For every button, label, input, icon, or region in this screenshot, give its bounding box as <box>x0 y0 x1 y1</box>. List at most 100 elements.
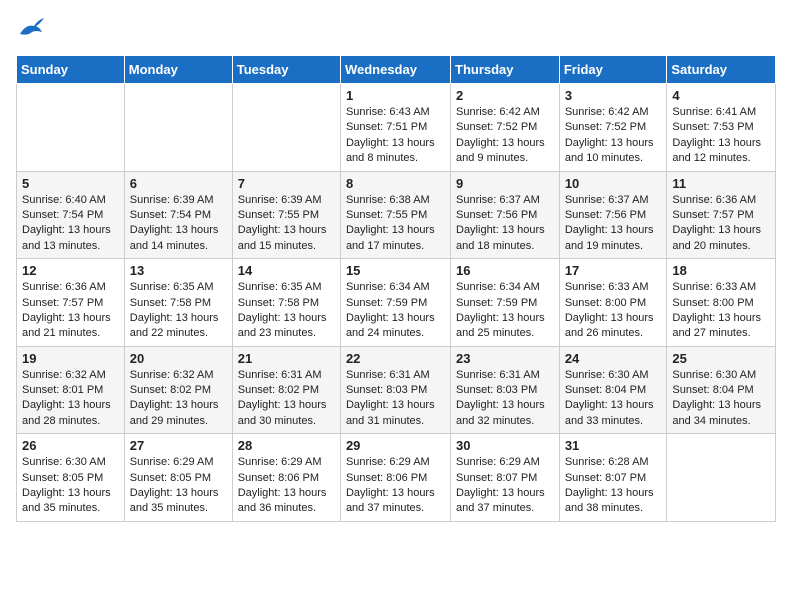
calendar-week-4: 19 Sunrise: 6:32 AM Sunset: 8:01 PM Dayli… <box>17 346 776 434</box>
calendar-cell: 6 Sunrise: 6:39 AM Sunset: 7:54 PM Daylig… <box>124 171 232 259</box>
calendar-cell: 5 Sunrise: 6:40 AM Sunset: 7:54 PM Daylig… <box>17 171 125 259</box>
cell-info: Sunrise: 6:37 AM Sunset: 7:56 PM Dayligh… <box>565 193 662 255</box>
day-number: 4 <box>672 88 770 103</box>
weekday-header-thursday: Thursday <box>451 56 560 84</box>
calendar-cell: 22 Sunrise: 6:31 AM Sunset: 8:03 PM Dayli… <box>340 346 450 434</box>
calendar-week-2: 5 Sunrise: 6:40 AM Sunset: 7:54 PM Daylig… <box>17 171 776 259</box>
cell-info: Sunrise: 6:29 AM Sunset: 8:05 PM Dayligh… <box>130 455 227 517</box>
day-number: 5 <box>22 176 119 191</box>
day-number: 25 <box>672 351 770 366</box>
cell-info: Sunrise: 6:39 AM Sunset: 7:54 PM Dayligh… <box>130 193 227 255</box>
weekday-header-row: SundayMondayTuesdayWednesdayThursdayFrid… <box>17 56 776 84</box>
cell-info: Sunrise: 6:39 AM Sunset: 7:55 PM Dayligh… <box>238 193 335 255</box>
calendar-cell: 26 Sunrise: 6:30 AM Sunset: 8:05 PM Dayli… <box>17 434 125 522</box>
calendar-cell: 23 Sunrise: 6:31 AM Sunset: 8:03 PM Dayli… <box>451 346 560 434</box>
day-number: 26 <box>22 438 119 453</box>
calendar-cell: 8 Sunrise: 6:38 AM Sunset: 7:55 PM Daylig… <box>340 171 450 259</box>
cell-info: Sunrise: 6:30 AM Sunset: 8:04 PM Dayligh… <box>672 368 770 430</box>
cell-info: Sunrise: 6:31 AM Sunset: 8:03 PM Dayligh… <box>346 368 445 430</box>
calendar-week-3: 12 Sunrise: 6:36 AM Sunset: 7:57 PM Dayli… <box>17 259 776 347</box>
cell-info: Sunrise: 6:40 AM Sunset: 7:54 PM Dayligh… <box>22 193 119 255</box>
weekday-header-saturday: Saturday <box>667 56 776 84</box>
calendar-cell: 19 Sunrise: 6:32 AM Sunset: 8:01 PM Dayli… <box>17 346 125 434</box>
cell-info: Sunrise: 6:31 AM Sunset: 8:03 PM Dayligh… <box>456 368 554 430</box>
cell-info: Sunrise: 6:35 AM Sunset: 7:58 PM Dayligh… <box>130 280 227 342</box>
day-number: 27 <box>130 438 227 453</box>
day-number: 7 <box>238 176 335 191</box>
day-number: 8 <box>346 176 445 191</box>
calendar-cell: 4Sunrise: 6:41 AM Sunset: 7:53 PM Daylig… <box>667 84 776 172</box>
logo-bird-icon <box>18 16 46 38</box>
weekday-header-sunday: Sunday <box>17 56 125 84</box>
cell-info: Sunrise: 6:38 AM Sunset: 7:55 PM Dayligh… <box>346 193 445 255</box>
cell-info: Sunrise: 6:33 AM Sunset: 8:00 PM Dayligh… <box>672 280 770 342</box>
calendar-cell: 16Sunrise: 6:34 AM Sunset: 7:59 PM Dayli… <box>451 259 560 347</box>
day-number: 10 <box>565 176 662 191</box>
calendar-cell: 11 Sunrise: 6:36 AM Sunset: 7:57 PM Dayli… <box>667 171 776 259</box>
cell-info: Sunrise: 6:34 AM Sunset: 7:59 PM Dayligh… <box>456 280 554 342</box>
calendar-cell <box>17 84 125 172</box>
day-number: 6 <box>130 176 227 191</box>
weekday-header-tuesday: Tuesday <box>232 56 340 84</box>
calendar-cell: 30 Sunrise: 6:29 AM Sunset: 8:07 PM Dayli… <box>451 434 560 522</box>
day-number: 1 <box>346 88 445 103</box>
calendar-cell: 15Sunrise: 6:34 AM Sunset: 7:59 PM Dayli… <box>340 259 450 347</box>
day-number: 29 <box>346 438 445 453</box>
calendar-cell: 1 Sunrise: 6:43 AM Sunset: 7:51 PM Daylig… <box>340 84 450 172</box>
cell-info: Sunrise: 6:30 AM Sunset: 8:05 PM Dayligh… <box>22 455 119 517</box>
day-number: 22 <box>346 351 445 366</box>
calendar-cell: 27 Sunrise: 6:29 AM Sunset: 8:05 PM Dayli… <box>124 434 232 522</box>
day-number: 20 <box>130 351 227 366</box>
cell-info: Sunrise: 6:36 AM Sunset: 7:57 PM Dayligh… <box>22 280 119 342</box>
calendar-cell: 10 Sunrise: 6:37 AM Sunset: 7:56 PM Dayli… <box>559 171 667 259</box>
calendar-cell: 21 Sunrise: 6:31 AM Sunset: 8:02 PM Dayli… <box>232 346 340 434</box>
cell-info: Sunrise: 6:29 AM Sunset: 8:07 PM Dayligh… <box>456 455 554 517</box>
cell-info: Sunrise: 6:29 AM Sunset: 8:06 PM Dayligh… <box>238 455 335 517</box>
weekday-header-friday: Friday <box>559 56 667 84</box>
calendar-table: SundayMondayTuesdayWednesdayThursdayFrid… <box>16 55 776 522</box>
calendar-cell: 31 Sunrise: 6:28 AM Sunset: 8:07 PM Dayli… <box>559 434 667 522</box>
calendar-cell: 29Sunrise: 6:29 AM Sunset: 8:06 PM Dayli… <box>340 434 450 522</box>
calendar-cell <box>232 84 340 172</box>
day-number: 3 <box>565 88 662 103</box>
day-number: 17 <box>565 263 662 278</box>
cell-info: Sunrise: 6:32 AM Sunset: 8:02 PM Dayligh… <box>130 368 227 430</box>
cell-info: Sunrise: 6:42 AM Sunset: 7:52 PM Dayligh… <box>456 105 554 167</box>
day-number: 23 <box>456 351 554 366</box>
calendar-cell: 18 Sunrise: 6:33 AM Sunset: 8:00 PM Dayli… <box>667 259 776 347</box>
calendar-cell: 9Sunrise: 6:37 AM Sunset: 7:56 PM Daylig… <box>451 171 560 259</box>
day-number: 21 <box>238 351 335 366</box>
calendar-week-1: 1 Sunrise: 6:43 AM Sunset: 7:51 PM Daylig… <box>17 84 776 172</box>
day-number: 19 <box>22 351 119 366</box>
day-number: 30 <box>456 438 554 453</box>
day-number: 31 <box>565 438 662 453</box>
calendar-cell: 13 Sunrise: 6:35 AM Sunset: 7:58 PM Dayli… <box>124 259 232 347</box>
calendar-cell: 3 Sunrise: 6:42 AM Sunset: 7:52 PM Daylig… <box>559 84 667 172</box>
cell-info: Sunrise: 6:31 AM Sunset: 8:02 PM Dayligh… <box>238 368 335 430</box>
calendar-cell <box>667 434 776 522</box>
calendar-cell: 20 Sunrise: 6:32 AM Sunset: 8:02 PM Dayli… <box>124 346 232 434</box>
cell-info: Sunrise: 6:33 AM Sunset: 8:00 PM Dayligh… <box>565 280 662 342</box>
day-number: 12 <box>22 263 119 278</box>
cell-info: Sunrise: 6:42 AM Sunset: 7:52 PM Dayligh… <box>565 105 662 167</box>
calendar-cell: 25 Sunrise: 6:30 AM Sunset: 8:04 PM Dayli… <box>667 346 776 434</box>
weekday-header-monday: Monday <box>124 56 232 84</box>
calendar-cell: 24Sunrise: 6:30 AM Sunset: 8:04 PM Dayli… <box>559 346 667 434</box>
day-number: 28 <box>238 438 335 453</box>
day-number: 18 <box>672 263 770 278</box>
cell-info: Sunrise: 6:43 AM Sunset: 7:51 PM Dayligh… <box>346 105 445 167</box>
calendar-cell <box>124 84 232 172</box>
page-header <box>16 16 776 43</box>
day-number: 15 <box>346 263 445 278</box>
day-number: 13 <box>130 263 227 278</box>
day-number: 2 <box>456 88 554 103</box>
day-number: 11 <box>672 176 770 191</box>
cell-info: Sunrise: 6:36 AM Sunset: 7:57 PM Dayligh… <box>672 193 770 255</box>
day-number: 24 <box>565 351 662 366</box>
calendar-cell: 7 Sunrise: 6:39 AM Sunset: 7:55 PM Daylig… <box>232 171 340 259</box>
weekday-header-wednesday: Wednesday <box>340 56 450 84</box>
calendar-cell: 28 Sunrise: 6:29 AM Sunset: 8:06 PM Dayli… <box>232 434 340 522</box>
cell-info: Sunrise: 6:28 AM Sunset: 8:07 PM Dayligh… <box>565 455 662 517</box>
cell-info: Sunrise: 6:32 AM Sunset: 8:01 PM Dayligh… <box>22 368 119 430</box>
calendar-cell: 14Sunrise: 6:35 AM Sunset: 7:58 PM Dayli… <box>232 259 340 347</box>
